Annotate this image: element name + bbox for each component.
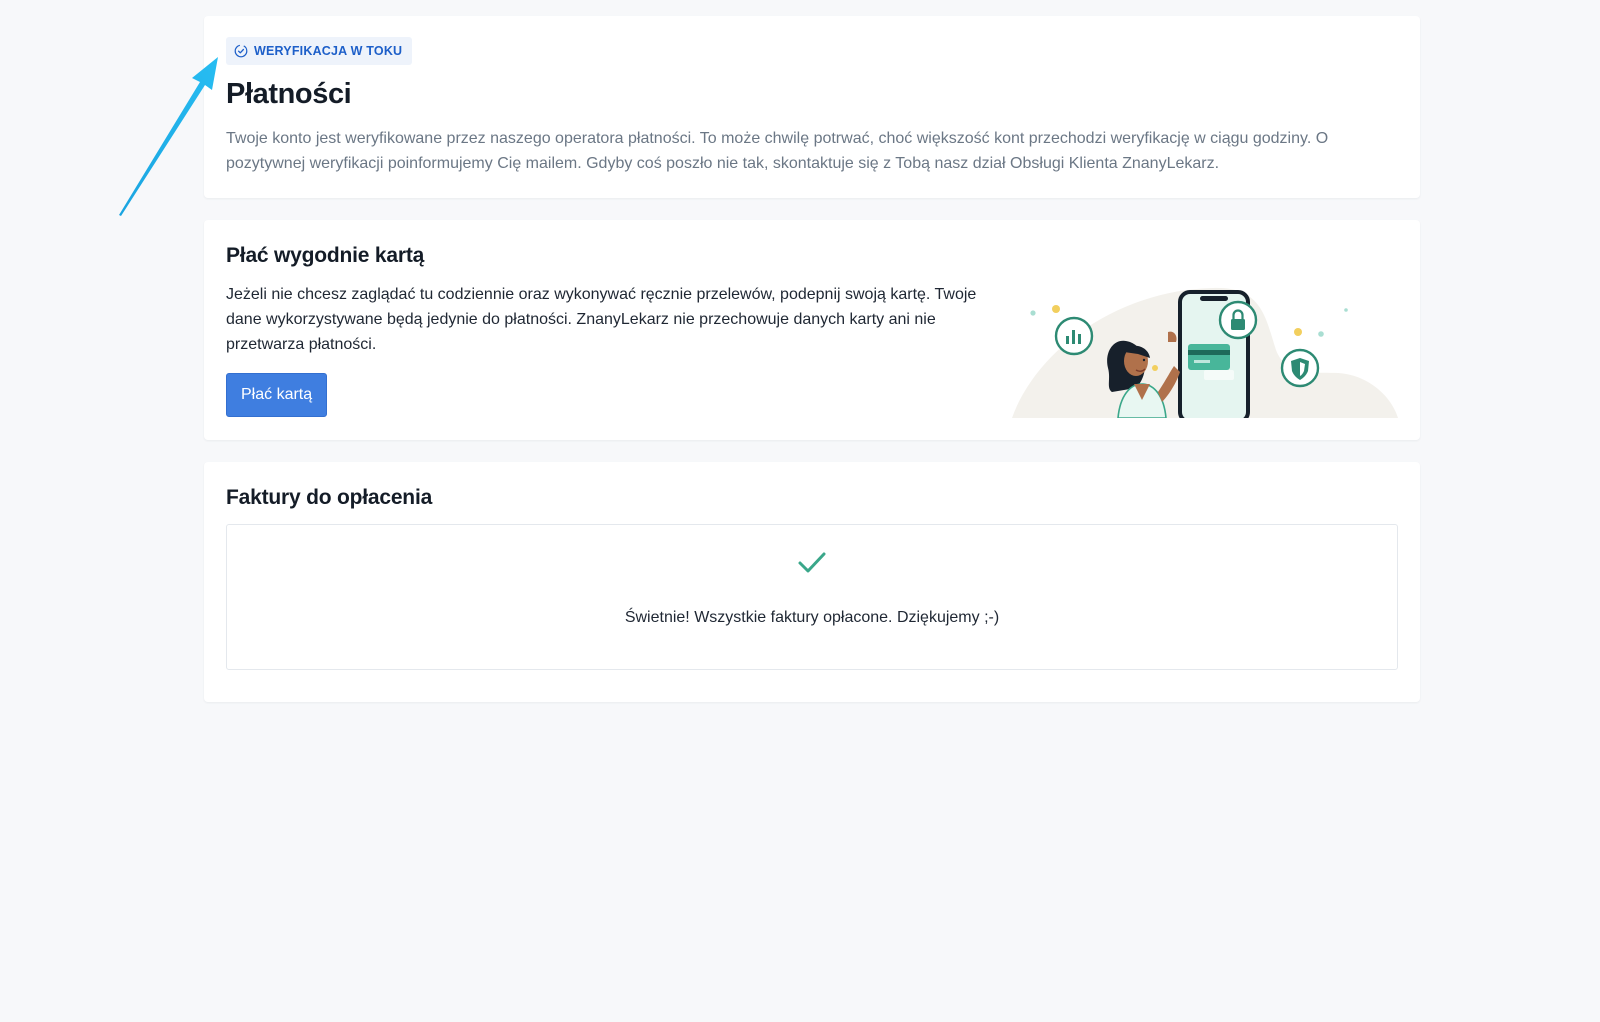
page-title: Płatności — [226, 78, 352, 110]
invoices-empty-message: Świetnie! Wszystkie faktury opłacone. Dz… — [624, 609, 1000, 626]
verification-status-badge: WERYFIKACJA W TOKU — [226, 37, 413, 65]
pay-by-card-button[interactable]: Płać kartą — [226, 373, 328, 417]
invoices-title: Faktury do opłacenia — [226, 486, 433, 509]
verification-card: WERYFIKACJA W TOKU Płatności Twoje konto… — [204, 16, 1420, 198]
checkmark-icon — [797, 551, 827, 580]
verification-description: Twoje konto jest weryfikowane przez nasz… — [226, 130, 1329, 172]
verification-status-label: WERYFIKACJA W TOKU — [254, 44, 403, 58]
pay-by-card-title: Płać wygodnie kartą — [226, 244, 425, 267]
pay-by-card-description: Jeżeli nie chcesz zaglądać tu codziennie… — [226, 286, 977, 353]
invoices-empty-state: Świetnie! Wszystkie faktury opłacone. Dz… — [226, 524, 1398, 670]
invoices-card: Faktury do opłacenia Świetnie! Wszystkie… — [204, 462, 1420, 702]
pay-by-card-card: Płać wygodnie kartą Jeżeli nie chcesz za… — [204, 220, 1420, 440]
woman-with-phone-card-illustration — [1008, 280, 1400, 424]
clock-check-icon — [234, 44, 248, 58]
